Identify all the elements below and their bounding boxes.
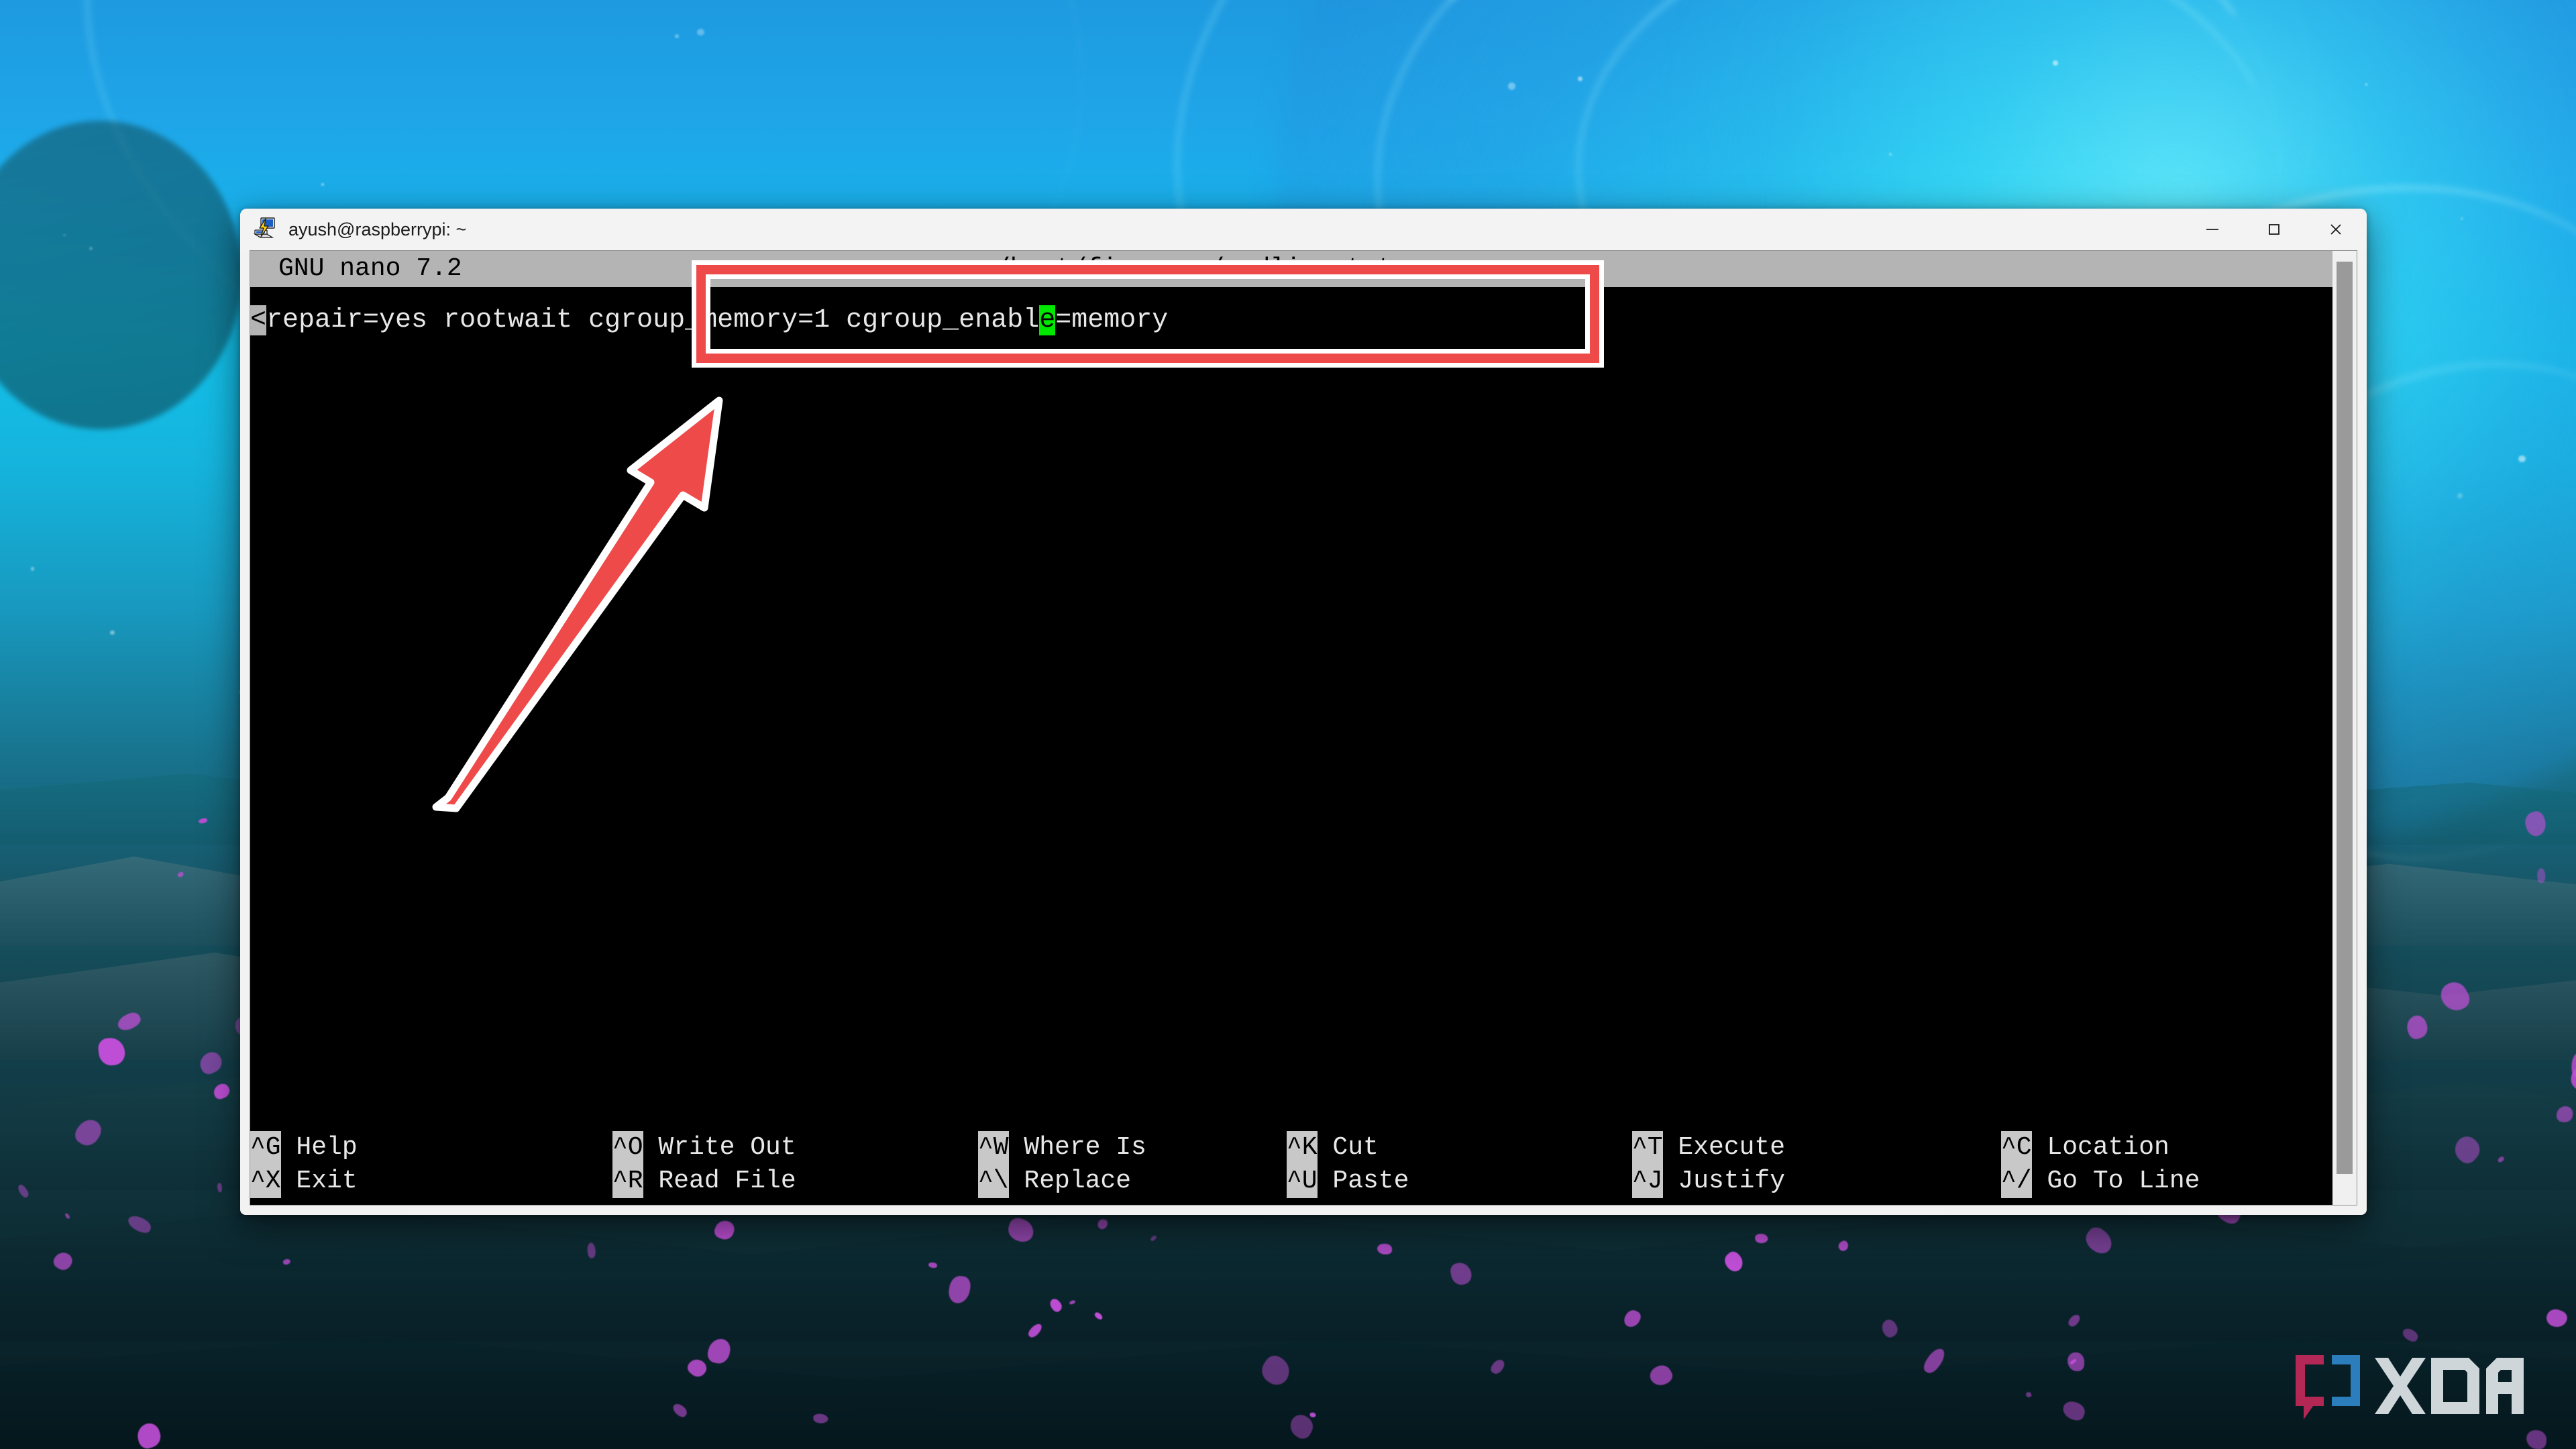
- nano-text-line[interactable]: <repair=yes rootwait cgroup_memory=1 cgr…: [250, 303, 1168, 338]
- window-titlebar[interactable]: ayush@raspberrypi: ~: [240, 209, 2367, 250]
- wallpaper-speck: [109, 630, 115, 635]
- putty-terminal-window[interactable]: ayush@raspberrypi: ~ GNU nano 7.2 /boot/…: [240, 209, 2367, 1215]
- shortcut-label: Cut: [1317, 1133, 1379, 1162]
- wallpaper-speck: [2052, 60, 2058, 66]
- maximize-icon[interactable]: [2243, 209, 2305, 250]
- shortcut-help[interactable]: ^G Help: [250, 1131, 358, 1165]
- close-icon[interactable]: [2305, 209, 2367, 250]
- shortcut-read-file[interactable]: ^R Read File: [612, 1165, 796, 1198]
- shortcut-label: Justify: [1662, 1167, 1786, 1195]
- shortcut-key: ^W: [978, 1131, 1009, 1165]
- wallpaper-fleck: [2067, 1352, 2085, 1372]
- shortcut-key: ^X: [250, 1165, 281, 1198]
- shortcut-cut[interactable]: ^K Cut: [1287, 1131, 1379, 1165]
- wallpaper-speck: [2518, 455, 2526, 463]
- scrollbar-thumb[interactable]: [2337, 262, 2353, 1174]
- wallpaper-speck: [2457, 493, 2463, 499]
- line-segment-highlighted-prefix: cgroup_memory=1 cgroup_enabl: [588, 305, 1040, 335]
- shortcut-key: ^U: [1287, 1165, 1318, 1198]
- wallpaper-speck: [1888, 152, 1892, 156]
- shortcut-key: ^\: [978, 1165, 1009, 1198]
- wallpaper-speck: [30, 567, 35, 571]
- nano-edit-area[interactable]: <repair=yes rootwait cgroup_memory=1 cgr…: [250, 287, 2357, 1131]
- shortcut-label: Write Out: [643, 1133, 796, 1162]
- shortcut-label: Execute: [1662, 1133, 1786, 1162]
- shortcut-key: ^K: [1287, 1131, 1318, 1165]
- line-continuation-marker: <: [250, 305, 267, 335]
- shortcut-exit[interactable]: ^X Exit: [250, 1165, 358, 1198]
- shortcut-key: ^G: [250, 1131, 281, 1165]
- window-title: ayush@raspberrypi: ~: [288, 219, 467, 239]
- nano-version-label: GNU nano 7.2: [278, 254, 462, 283]
- wallpaper-speck: [62, 233, 66, 237]
- terminal-scrollbar[interactable]: [2332, 251, 2357, 1205]
- shortcut-paste[interactable]: ^U Paste: [1287, 1165, 1409, 1198]
- line-segment-highlighted-suffix: =memory: [1055, 305, 1169, 335]
- shortcut-execute[interactable]: ^T Execute: [1632, 1131, 1785, 1165]
- shortcut-key: ^J: [1632, 1165, 1663, 1198]
- wallpaper-speck: [1508, 82, 1516, 90]
- shortcut-key: ^R: [612, 1165, 643, 1198]
- shortcut-where-is[interactable]: ^W Where Is: [978, 1131, 1146, 1165]
- shortcut-location[interactable]: ^C Location: [2001, 1131, 2169, 1165]
- shortcut-label: Help: [280, 1133, 358, 1162]
- shortcut-label: Paste: [1317, 1167, 1409, 1195]
- shortcut-row-secondary: ^X Exit ^R Read File ^\ Replace ^U Paste ^J …: [250, 1165, 2357, 1198]
- wallpaper-speck: [1577, 76, 1582, 81]
- minimize-icon[interactable]: [2182, 209, 2243, 250]
- shortcut-replace[interactable]: ^\ Replace: [978, 1165, 1131, 1198]
- window-controls[interactable]: [2182, 209, 2367, 250]
- wallpaper-speck: [697, 28, 704, 36]
- putty-icon: [252, 216, 279, 243]
- line-segment-before: repair=yes rootwait: [266, 305, 589, 335]
- shortcut-key: ^/: [2001, 1165, 2032, 1198]
- nano-filename-label: /boot/firmware/cmdline.txt: [995, 254, 1393, 283]
- shortcut-key: ^C: [2001, 1131, 2032, 1165]
- nano-shortcut-bar: ^G Help ^O Write Out ^W Where Is ^K Cut ^T E…: [250, 1131, 2357, 1205]
- text-cursor: e: [1039, 305, 1056, 335]
- shortcut-label: Exit: [280, 1167, 358, 1195]
- shortcut-label: Read File: [643, 1167, 796, 1195]
- shortcut-key: ^T: [1632, 1131, 1663, 1165]
- shortcut-label: Replace: [1008, 1167, 1132, 1195]
- wallpaper-fleck: [1309, 1412, 1316, 1417]
- wallpaper-speck: [321, 182, 325, 186]
- shortcut-label: Go To Line: [2031, 1167, 2200, 1195]
- shortcut-write-out[interactable]: ^O Write Out: [612, 1131, 796, 1165]
- nano-header-bar: GNU nano 7.2 /boot/firmware/cmdline.txt: [250, 251, 2357, 287]
- shortcut-label: Location: [2031, 1133, 2169, 1162]
- shortcut-go-to-line[interactable]: ^/ Go To Line: [2001, 1165, 2200, 1198]
- terminal-content[interactable]: GNU nano 7.2 /boot/firmware/cmdline.txt …: [250, 250, 2357, 1205]
- shortcut-row-primary: ^G Help ^O Write Out ^W Where Is ^K Cut ^T E…: [250, 1131, 2357, 1165]
- shortcut-justify[interactable]: ^J Justify: [1632, 1165, 1785, 1198]
- xda-watermark: [2296, 1355, 2524, 1419]
- shortcut-key: ^O: [612, 1131, 643, 1165]
- shortcut-label: Where Is: [1008, 1133, 1146, 1162]
